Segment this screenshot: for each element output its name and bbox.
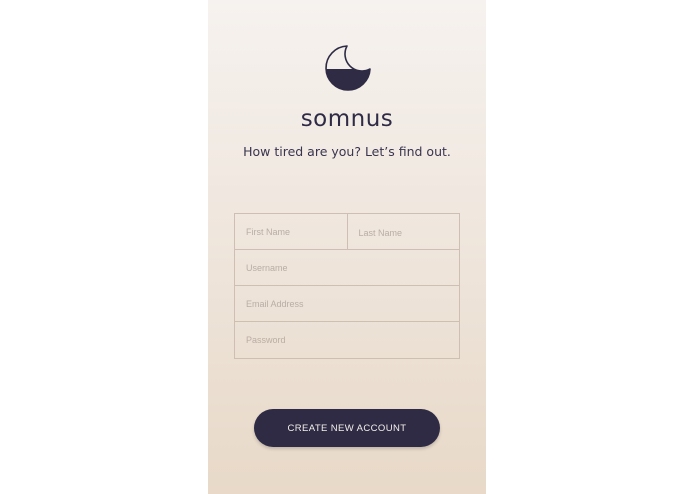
create-account-button[interactable]: CREATE NEW ACCOUNT <box>254 409 440 447</box>
password-input[interactable] <box>235 322 459 358</box>
username-input[interactable] <box>235 250 459 285</box>
first-name-input[interactable] <box>235 214 348 249</box>
password-row <box>235 322 459 358</box>
email-input[interactable] <box>235 286 459 321</box>
name-row <box>235 214 459 250</box>
signup-form <box>234 213 460 359</box>
crescent-moon-icon <box>325 45 371 91</box>
username-row <box>235 250 459 286</box>
signup-screen: somnus How tired are you? Let’s find out… <box>208 0 486 494</box>
tagline: How tired are you? Let’s find out. <box>243 144 451 159</box>
app-name: somnus <box>300 106 394 132</box>
email-row <box>235 286 459 322</box>
last-name-input[interactable] <box>347 214 459 249</box>
